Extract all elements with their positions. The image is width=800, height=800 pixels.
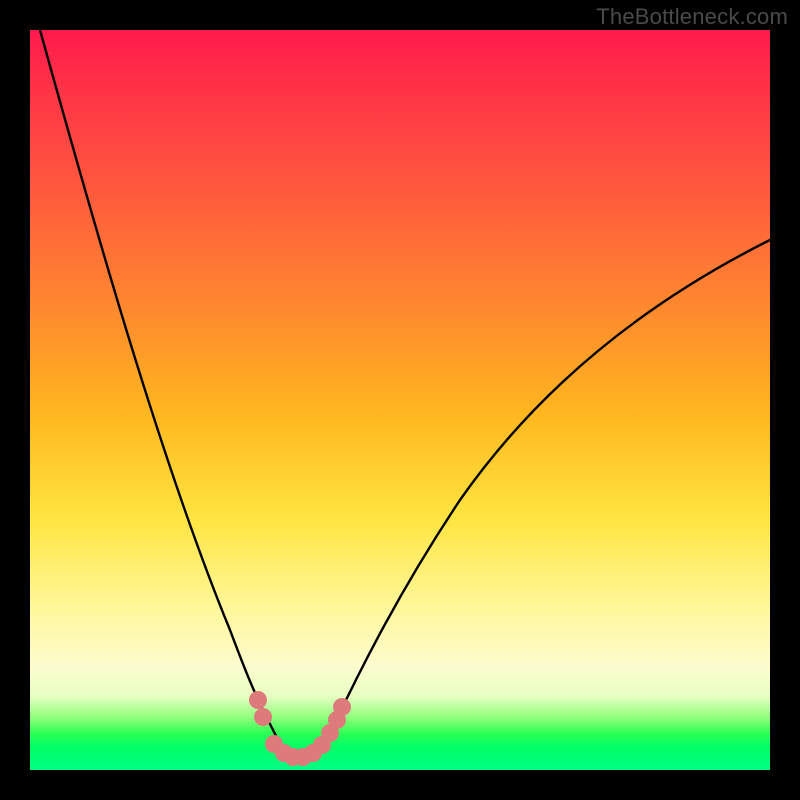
gradient-plot-area [30,30,770,770]
outer-frame: TheBottleneck.com [0,0,800,800]
watermark-text: TheBottleneck.com [596,4,788,30]
